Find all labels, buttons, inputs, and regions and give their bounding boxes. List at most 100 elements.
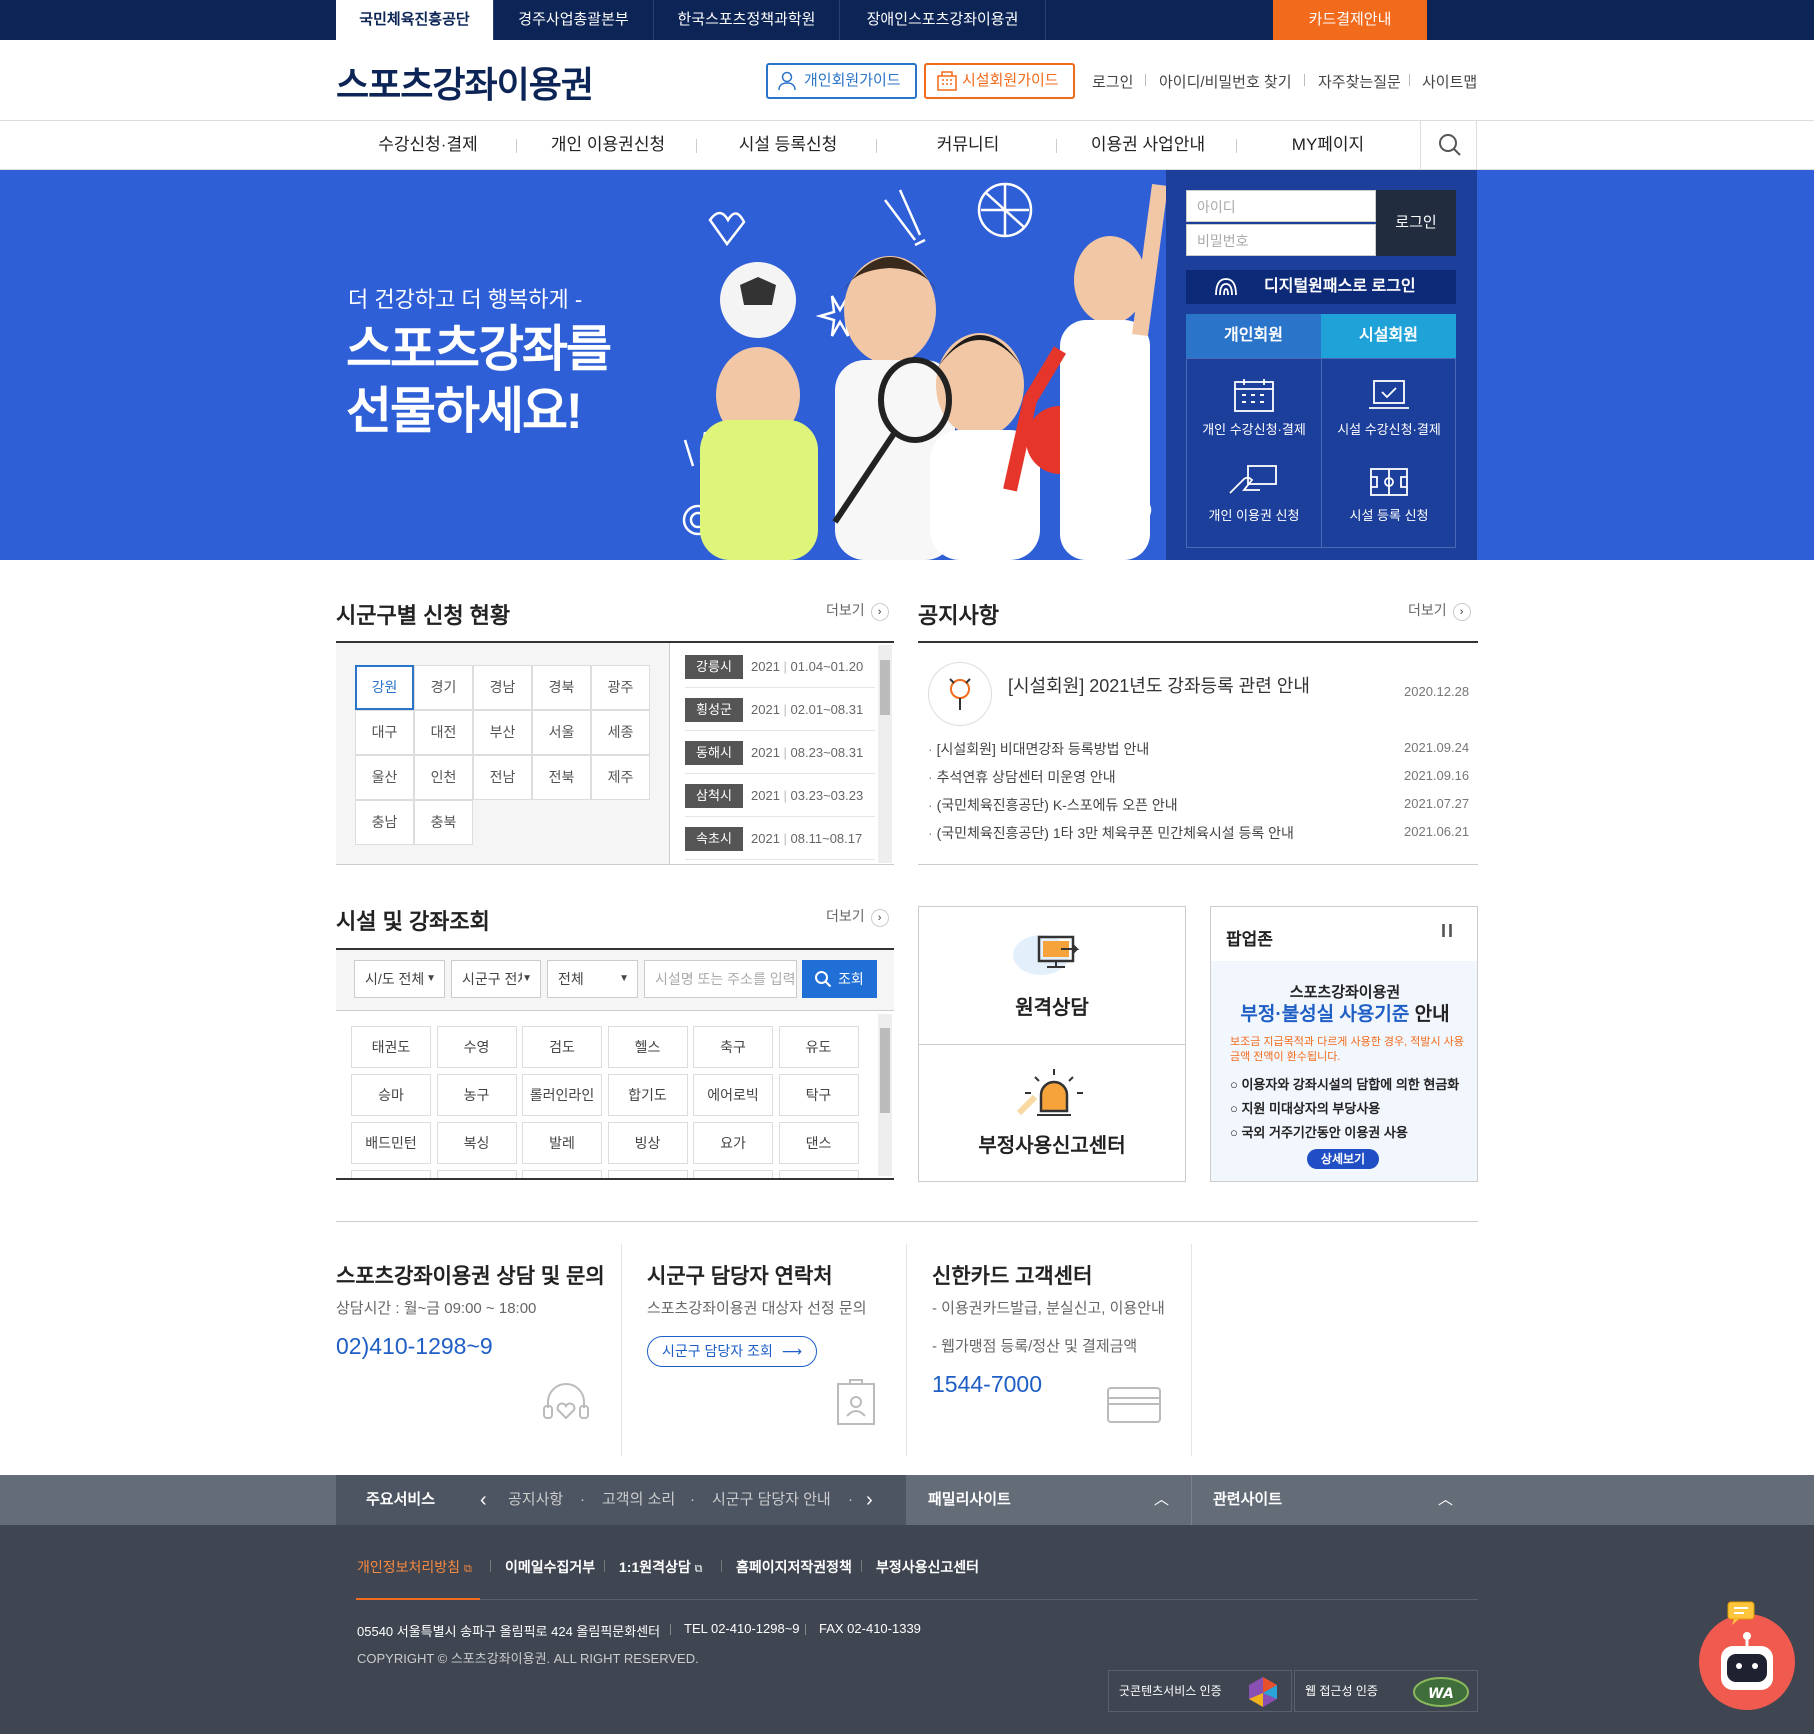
- tab-kspo[interactable]: 국민체육진흥공단: [336, 0, 494, 40]
- pause-icon[interactable]: II: [1441, 921, 1455, 942]
- region-cell[interactable]: 울산: [355, 755, 414, 800]
- sport-category-button[interactable]: [607, 1170, 688, 1178]
- tab-facility-member[interactable]: 시설회원: [1321, 314, 1456, 358]
- chevron-up-icon[interactable]: ︿: [1154, 1475, 1169, 1525]
- sport-category-button[interactable]: 검도: [522, 1026, 602, 1068]
- notice-more-link[interactable]: 더보기 ›: [1408, 600, 1471, 621]
- sport-category-button[interactable]: 승마: [351, 1074, 431, 1116]
- remote-consult-button[interactable]: 원격상담: [919, 907, 1185, 1044]
- tab-sports-institute[interactable]: 한국스포츠정책과학원: [654, 0, 840, 40]
- sport-category-button[interactable]: [522, 1170, 602, 1178]
- sport-category-button[interactable]: [693, 1170, 773, 1178]
- region-cell[interactable]: 전남: [473, 755, 532, 800]
- region-cell[interactable]: 경기: [414, 665, 473, 710]
- popup-detail-button[interactable]: 상세보기: [1307, 1149, 1379, 1169]
- sport-category-button[interactable]: 발레: [522, 1122, 602, 1164]
- sport-category-button[interactable]: 롤러인라인: [522, 1074, 602, 1116]
- region-cell[interactable]: 강원: [355, 665, 414, 710]
- region-more-link[interactable]: 더보기 ›: [826, 600, 889, 621]
- notice-item[interactable]: · (국민체육진흥공단) K-스포에듀 오픈 안내: [928, 795, 1178, 815]
- sport-category-button[interactable]: [436, 1170, 517, 1178]
- related-site-select[interactable]: 관련사이트: [1213, 1475, 1282, 1525]
- sport-category-button[interactable]: 수영: [436, 1026, 517, 1068]
- chevron-left-icon[interactable]: ‹: [480, 1475, 487, 1525]
- sport-category-button[interactable]: 에어로빅: [693, 1074, 773, 1116]
- email-reject-link[interactable]: 이메일수집거부: [505, 1557, 595, 1577]
- good-content-cert[interactable]: 굿콘텐츠서비스 인증: [1108, 1670, 1292, 1712]
- chatbot-button[interactable]: [1699, 1614, 1795, 1710]
- sport-category-button[interactable]: 댄스: [778, 1122, 859, 1164]
- fraud-report-link[interactable]: 부정사용신고센터: [876, 1557, 979, 1577]
- region-list-item[interactable]: 강릉시 2021 | 01.04~01.20: [685, 645, 875, 688]
- sport-category-button[interactable]: 요가: [693, 1122, 773, 1164]
- password-input[interactable]: 비밀번호: [1186, 224, 1376, 256]
- remote-consult-link[interactable]: 1:1원격상담 ⧉: [619, 1557, 703, 1577]
- chevron-right-icon[interactable]: ›: [866, 1475, 873, 1525]
- contact-shinhan-number[interactable]: 1544-7000: [932, 1371, 1042, 1398]
- footer-district-link[interactable]: 시군구 담당자 안내: [712, 1475, 831, 1525]
- district-contact-search-button[interactable]: 시군구 담당자 조회 ⟶: [647, 1336, 817, 1367]
- personal-guide-button[interactable]: 개인회원가이드: [766, 63, 917, 99]
- tab-personal-member[interactable]: 개인회원: [1186, 314, 1321, 358]
- sport-category-button[interactable]: 축구: [693, 1026, 773, 1068]
- sport-category-button[interactable]: [778, 1170, 859, 1178]
- type-select[interactable]: 전체 ▼: [547, 960, 638, 998]
- region-cell[interactable]: 경북: [532, 665, 591, 710]
- region-cell[interactable]: 부산: [473, 710, 532, 755]
- sport-category-button[interactable]: 유도: [778, 1026, 859, 1068]
- popup-banner[interactable]: 스포츠강좌이용권 부정·불성실 사용기준 안내 보조금 지급목적과 다르게 사용…: [1211, 961, 1477, 1181]
- search-more-link[interactable]: 더보기 ›: [826, 906, 889, 927]
- contact-consult-number[interactable]: 02)410-1298~9: [336, 1333, 493, 1360]
- region-cell[interactable]: 충북: [414, 800, 473, 845]
- sport-category-button[interactable]: 태권도: [351, 1026, 431, 1068]
- facility-search-input[interactable]: 시설명 또는 주소를 입력: [644, 960, 797, 998]
- login-link[interactable]: 로그인: [1092, 71, 1133, 92]
- faq-link[interactable]: 자주찾는질문: [1318, 71, 1401, 92]
- id-input[interactable]: 아이디: [1186, 190, 1376, 222]
- quick-personal-enroll[interactable]: 개인 수강신청·결제: [1187, 367, 1321, 453]
- sport-category-button[interactable]: 헬스: [607, 1026, 688, 1068]
- footer-voice-link[interactable]: 고객의 소리: [602, 1475, 675, 1525]
- search-button[interactable]: [1420, 121, 1477, 169]
- facility-guide-button[interactable]: 시설회원가이드: [924, 63, 1075, 99]
- family-site-select[interactable]: 패밀리사이트: [928, 1475, 1011, 1525]
- scrollbar-thumb[interactable]: [880, 660, 890, 715]
- chevron-up-icon[interactable]: ︿: [1438, 1475, 1453, 1525]
- search-submit-button[interactable]: 조회: [802, 960, 877, 998]
- find-account-link[interactable]: 아이디/비밀번호 찾기: [1159, 71, 1292, 92]
- tab-racing[interactable]: 경주사업총괄본부: [494, 0, 654, 40]
- notice-item[interactable]: · (국민체육진흥공단) 1타 3만 체육쿠폰 민간체육시설 등록 안내: [928, 823, 1294, 843]
- web-accessibility-cert[interactable]: 웹 접근성 인증 WA: [1294, 1670, 1478, 1712]
- site-logo[interactable]: 스포츠강좌이용권: [336, 56, 594, 108]
- featured-notice-title[interactable]: [시설회원] 2021년도 강좌등록 관련 안내: [1008, 672, 1310, 698]
- digital-onepass-button[interactable]: 디지털원패스로 로그인: [1186, 270, 1456, 304]
- quick-facility-register[interactable]: 시설 등록 신청: [1322, 453, 1456, 539]
- region-list-item[interactable]: 동해시 2021 | 08.23~08.31: [685, 731, 875, 774]
- region-cell[interactable]: 대전: [414, 710, 473, 755]
- sido-select[interactable]: 시/도 전체 ▼: [354, 960, 445, 998]
- quick-facility-enroll[interactable]: 시설 수강신청·결제: [1322, 367, 1456, 453]
- region-list-item[interactable]: 삼척시 2021 | 03.23~03.23: [685, 774, 875, 817]
- region-list-item[interactable]: 속초시 2021 | 08.11~08.17: [685, 817, 875, 860]
- copyright-policy-link[interactable]: 홈페이지저작권정책: [736, 1557, 852, 1577]
- region-cell[interactable]: 인천: [414, 755, 473, 800]
- sport-category-button[interactable]: 합기도: [607, 1074, 688, 1116]
- region-cell[interactable]: 광주: [591, 665, 650, 710]
- region-cell[interactable]: 충남: [355, 800, 414, 845]
- nav-enroll-payment[interactable]: 수강신청·결제: [338, 121, 518, 169]
- region-cell[interactable]: 제주: [591, 755, 650, 800]
- region-cell[interactable]: 서울: [532, 710, 591, 755]
- notice-item[interactable]: · 추석연휴 상담센터 미운영 안내: [928, 767, 1116, 787]
- privacy-policy-link[interactable]: 개인정보처리방침 ⧉: [357, 1557, 472, 1577]
- nav-mypage[interactable]: MY페이지: [1238, 121, 1418, 169]
- region-list-item[interactable]: 횡성군 2021 | 02.01~08.31: [685, 688, 875, 731]
- scrollbar-thumb[interactable]: [880, 1028, 890, 1113]
- tab-disabled-sports[interactable]: 장애인스포츠강좌이용권: [840, 0, 1046, 40]
- sport-category-button[interactable]: 탁구: [778, 1074, 859, 1116]
- region-cell[interactable]: 대구: [355, 710, 414, 755]
- card-payment-button[interactable]: 카드결제안내: [1273, 0, 1427, 40]
- sport-category-button[interactable]: [351, 1170, 431, 1178]
- sport-category-button[interactable]: 배드민턴: [351, 1122, 431, 1164]
- sport-category-button[interactable]: 빙상: [607, 1122, 688, 1164]
- sigungu-select[interactable]: 시군구 전체 ▼: [451, 960, 541, 998]
